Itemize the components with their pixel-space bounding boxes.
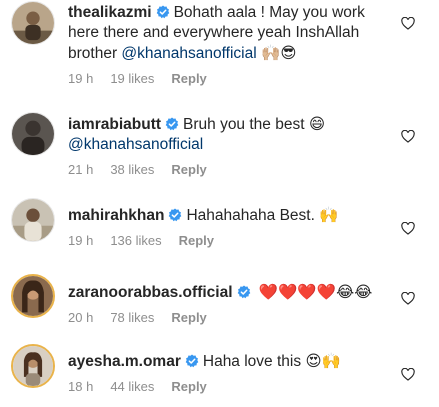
verified-badge-icon [168,208,182,222]
verified-badge-icon [185,354,199,368]
likes-count[interactable]: 136 likes [110,233,161,248]
verified-badge-icon [165,117,179,131]
reply-button[interactable]: Reply [171,162,206,177]
heart-outline-icon[interactable] [401,17,415,30]
verified-badge-icon [156,5,170,19]
username[interactable]: thealikazmi [68,4,152,21]
comment-text: Bohath aala ! May you work [173,4,365,21]
likes-count[interactable]: 44 likes [110,379,154,394]
mention-link[interactable]: @khanahsanofficial [68,136,203,153]
reply-button[interactable]: Reply [179,233,214,248]
emoji: 🙌🏼😎 [260,44,297,62]
reply-button[interactable]: Reply [171,379,206,394]
avatar[interactable] [11,344,55,388]
comment-text-line-2: here there and everywhere yeah InshAllah [68,24,360,41]
comment-text: Hahahahaha Best. [186,207,315,224]
comment-time[interactable]: 19 h [68,71,93,86]
heart-outline-icon[interactable] [401,222,415,235]
reply-button[interactable]: Reply [171,310,206,325]
username[interactable]: zaranoorabbas.official [68,284,233,301]
likes-count[interactable]: 19 likes [110,71,154,86]
comment-time[interactable]: 19 h [68,233,93,248]
comment-time[interactable]: 20 h [68,310,93,325]
heart-outline-icon[interactable] [401,368,415,381]
avatar[interactable] [11,198,55,242]
avatar[interactable] [11,112,55,156]
reply-button[interactable]: Reply [171,71,206,86]
heart-outline-icon[interactable] [401,130,415,143]
verified-badge-icon [237,285,251,299]
avatar[interactable] [11,1,55,45]
emoji: ❤️❤️❤️❤️😂😂 [258,283,373,301]
mention-link[interactable]: @khanahsanofficial [121,45,256,62]
avatar[interactable] [11,274,55,318]
heart-outline-icon[interactable] [401,292,415,305]
username[interactable]: mahirahkhan [68,207,164,224]
likes-count[interactable]: 78 likes [110,310,154,325]
emoji: 😄 [308,115,325,133]
username[interactable]: iamrabiabutt [68,116,161,133]
comment-time[interactable]: 18 h [68,379,93,394]
comment-time[interactable]: 21 h [68,162,93,177]
comment-text: Bruh you the best [183,116,305,133]
emoji: 😍🙌 [305,352,341,370]
comment-text-line-3: brother [68,45,122,62]
emoji: 🙌 [319,206,339,224]
username[interactable]: ayesha.m.omar [68,353,181,370]
likes-count[interactable]: 38 likes [110,162,154,177]
comment-text: Haha love this [202,353,302,370]
